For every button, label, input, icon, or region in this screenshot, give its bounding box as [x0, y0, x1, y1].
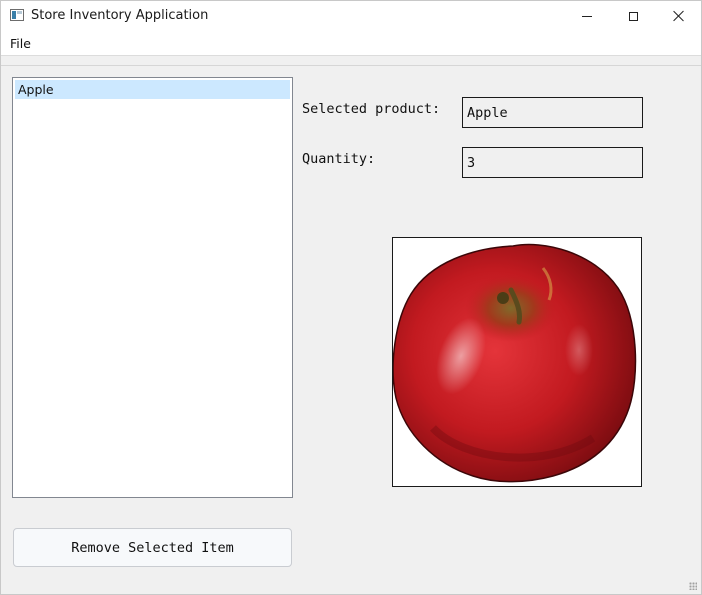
menu-bar: File	[1, 31, 701, 56]
app-window: Store Inventory Application File Apple S…	[0, 0, 702, 595]
close-button[interactable]	[656, 1, 702, 31]
toolbar-divider	[1, 65, 701, 66]
maximize-button[interactable]	[610, 1, 656, 31]
quantity-field[interactable]: 3	[462, 147, 643, 178]
quantity-label: Quantity:	[302, 151, 376, 167]
menu-file[interactable]: File	[10, 36, 31, 51]
remove-selected-item-button[interactable]: Remove Selected Item	[13, 528, 292, 567]
list-item-apple[interactable]: Apple	[15, 80, 290, 99]
minimize-button[interactable]	[564, 1, 610, 31]
maximize-icon	[628, 11, 638, 21]
minimize-icon	[582, 15, 592, 17]
close-icon	[673, 10, 685, 22]
product-image	[392, 237, 642, 487]
selected-product-label: Selected product:	[302, 101, 441, 117]
title-bar[interactable]: Store Inventory Application	[1, 1, 701, 31]
apple-image	[393, 243, 637, 483]
product-list[interactable]: Apple	[12, 77, 293, 498]
window-title: Store Inventory Application	[31, 8, 209, 23]
resize-grip[interactable]	[689, 582, 697, 590]
selected-product-field[interactable]: Apple	[462, 97, 643, 128]
app-window-icon	[10, 9, 24, 21]
